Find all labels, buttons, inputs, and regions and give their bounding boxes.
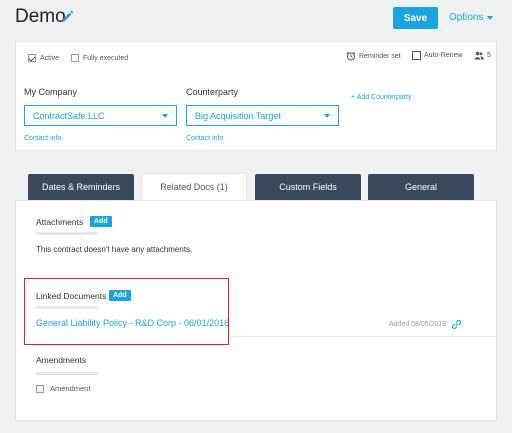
my-company-select[interactable]: ContractSafe LLC bbox=[24, 105, 177, 126]
save-button[interactable]: Save bbox=[393, 7, 438, 29]
linked-documents-divider bbox=[228, 336, 496, 337]
amendment-checkbox-row[interactable]: Amendment bbox=[36, 384, 90, 393]
users-icon bbox=[474, 51, 484, 60]
tab-general[interactable]: General bbox=[368, 174, 474, 200]
unlink-icon[interactable] bbox=[451, 319, 462, 330]
users-count-value: 5 bbox=[487, 52, 491, 59]
counterparty-select[interactable]: Big Acquisition Target bbox=[186, 105, 339, 126]
amendment-checkbox[interactable] bbox=[36, 384, 44, 393]
no-attachments-message: This contract doesn't have any attachmen… bbox=[36, 245, 193, 254]
users-count[interactable]: 5 bbox=[474, 51, 491, 60]
reminder-indicator[interactable]: Reminder set bbox=[346, 51, 401, 61]
chevron-down-icon bbox=[487, 15, 494, 20]
chevron-down-icon bbox=[162, 113, 168, 118]
active-checkbox-row[interactable]: Active bbox=[28, 54, 59, 62]
chevron-down-icon bbox=[324, 113, 330, 118]
amendment-label: Amendment bbox=[50, 384, 91, 393]
reminder-label: Reminder set bbox=[359, 52, 401, 60]
alarm-clock-icon bbox=[346, 51, 356, 61]
counterparty-label: Counterparty bbox=[186, 87, 239, 97]
page-title: Demo bbox=[15, 6, 66, 27]
fully-executed-checkbox[interactable] bbox=[71, 54, 79, 62]
options-label: Options bbox=[449, 12, 484, 23]
counterparty-value: Big Acquisition Target bbox=[195, 110, 281, 121]
attachments-heading: Attachments bbox=[36, 217, 84, 227]
my-company-label: My Company bbox=[24, 87, 78, 97]
add-counterparty-link[interactable]: + Add Counterparty bbox=[351, 94, 412, 101]
auto-renew-label: Auto-Renew bbox=[424, 52, 463, 59]
add-attachment-button[interactable]: Add bbox=[90, 216, 112, 227]
active-checkbox[interactable] bbox=[28, 54, 36, 62]
linked-documents-highlight bbox=[24, 278, 229, 345]
auto-renew-icon bbox=[412, 51, 421, 60]
fully-executed-label: Fully executed bbox=[83, 54, 129, 62]
tab-custom-fields[interactable]: Custom Fields bbox=[255, 174, 361, 200]
edit-pencil-icon[interactable] bbox=[61, 9, 74, 23]
amendments-underline bbox=[36, 372, 98, 375]
my-company-value: ContractSafe LLC bbox=[33, 110, 105, 121]
amendments-heading: Amendments bbox=[36, 355, 87, 365]
added-date: Added 08/05/2019 bbox=[389, 321, 447, 328]
my-company-contact-link[interactable]: Contact info bbox=[24, 135, 61, 142]
fully-executed-checkbox-row[interactable]: Fully executed bbox=[71, 54, 128, 62]
options-dropdown[interactable]: Options bbox=[449, 12, 494, 23]
auto-renew-toggle[interactable]: Auto-Renew bbox=[412, 51, 463, 60]
tab-related-docs[interactable]: Related Docs (1) bbox=[141, 173, 247, 200]
counterparty-contact-link[interactable]: Contact info bbox=[186, 135, 223, 142]
attachments-underline bbox=[36, 232, 98, 235]
tab-dates-reminders[interactable]: Dates & Reminders bbox=[28, 174, 134, 200]
active-label: Active bbox=[40, 54, 60, 62]
